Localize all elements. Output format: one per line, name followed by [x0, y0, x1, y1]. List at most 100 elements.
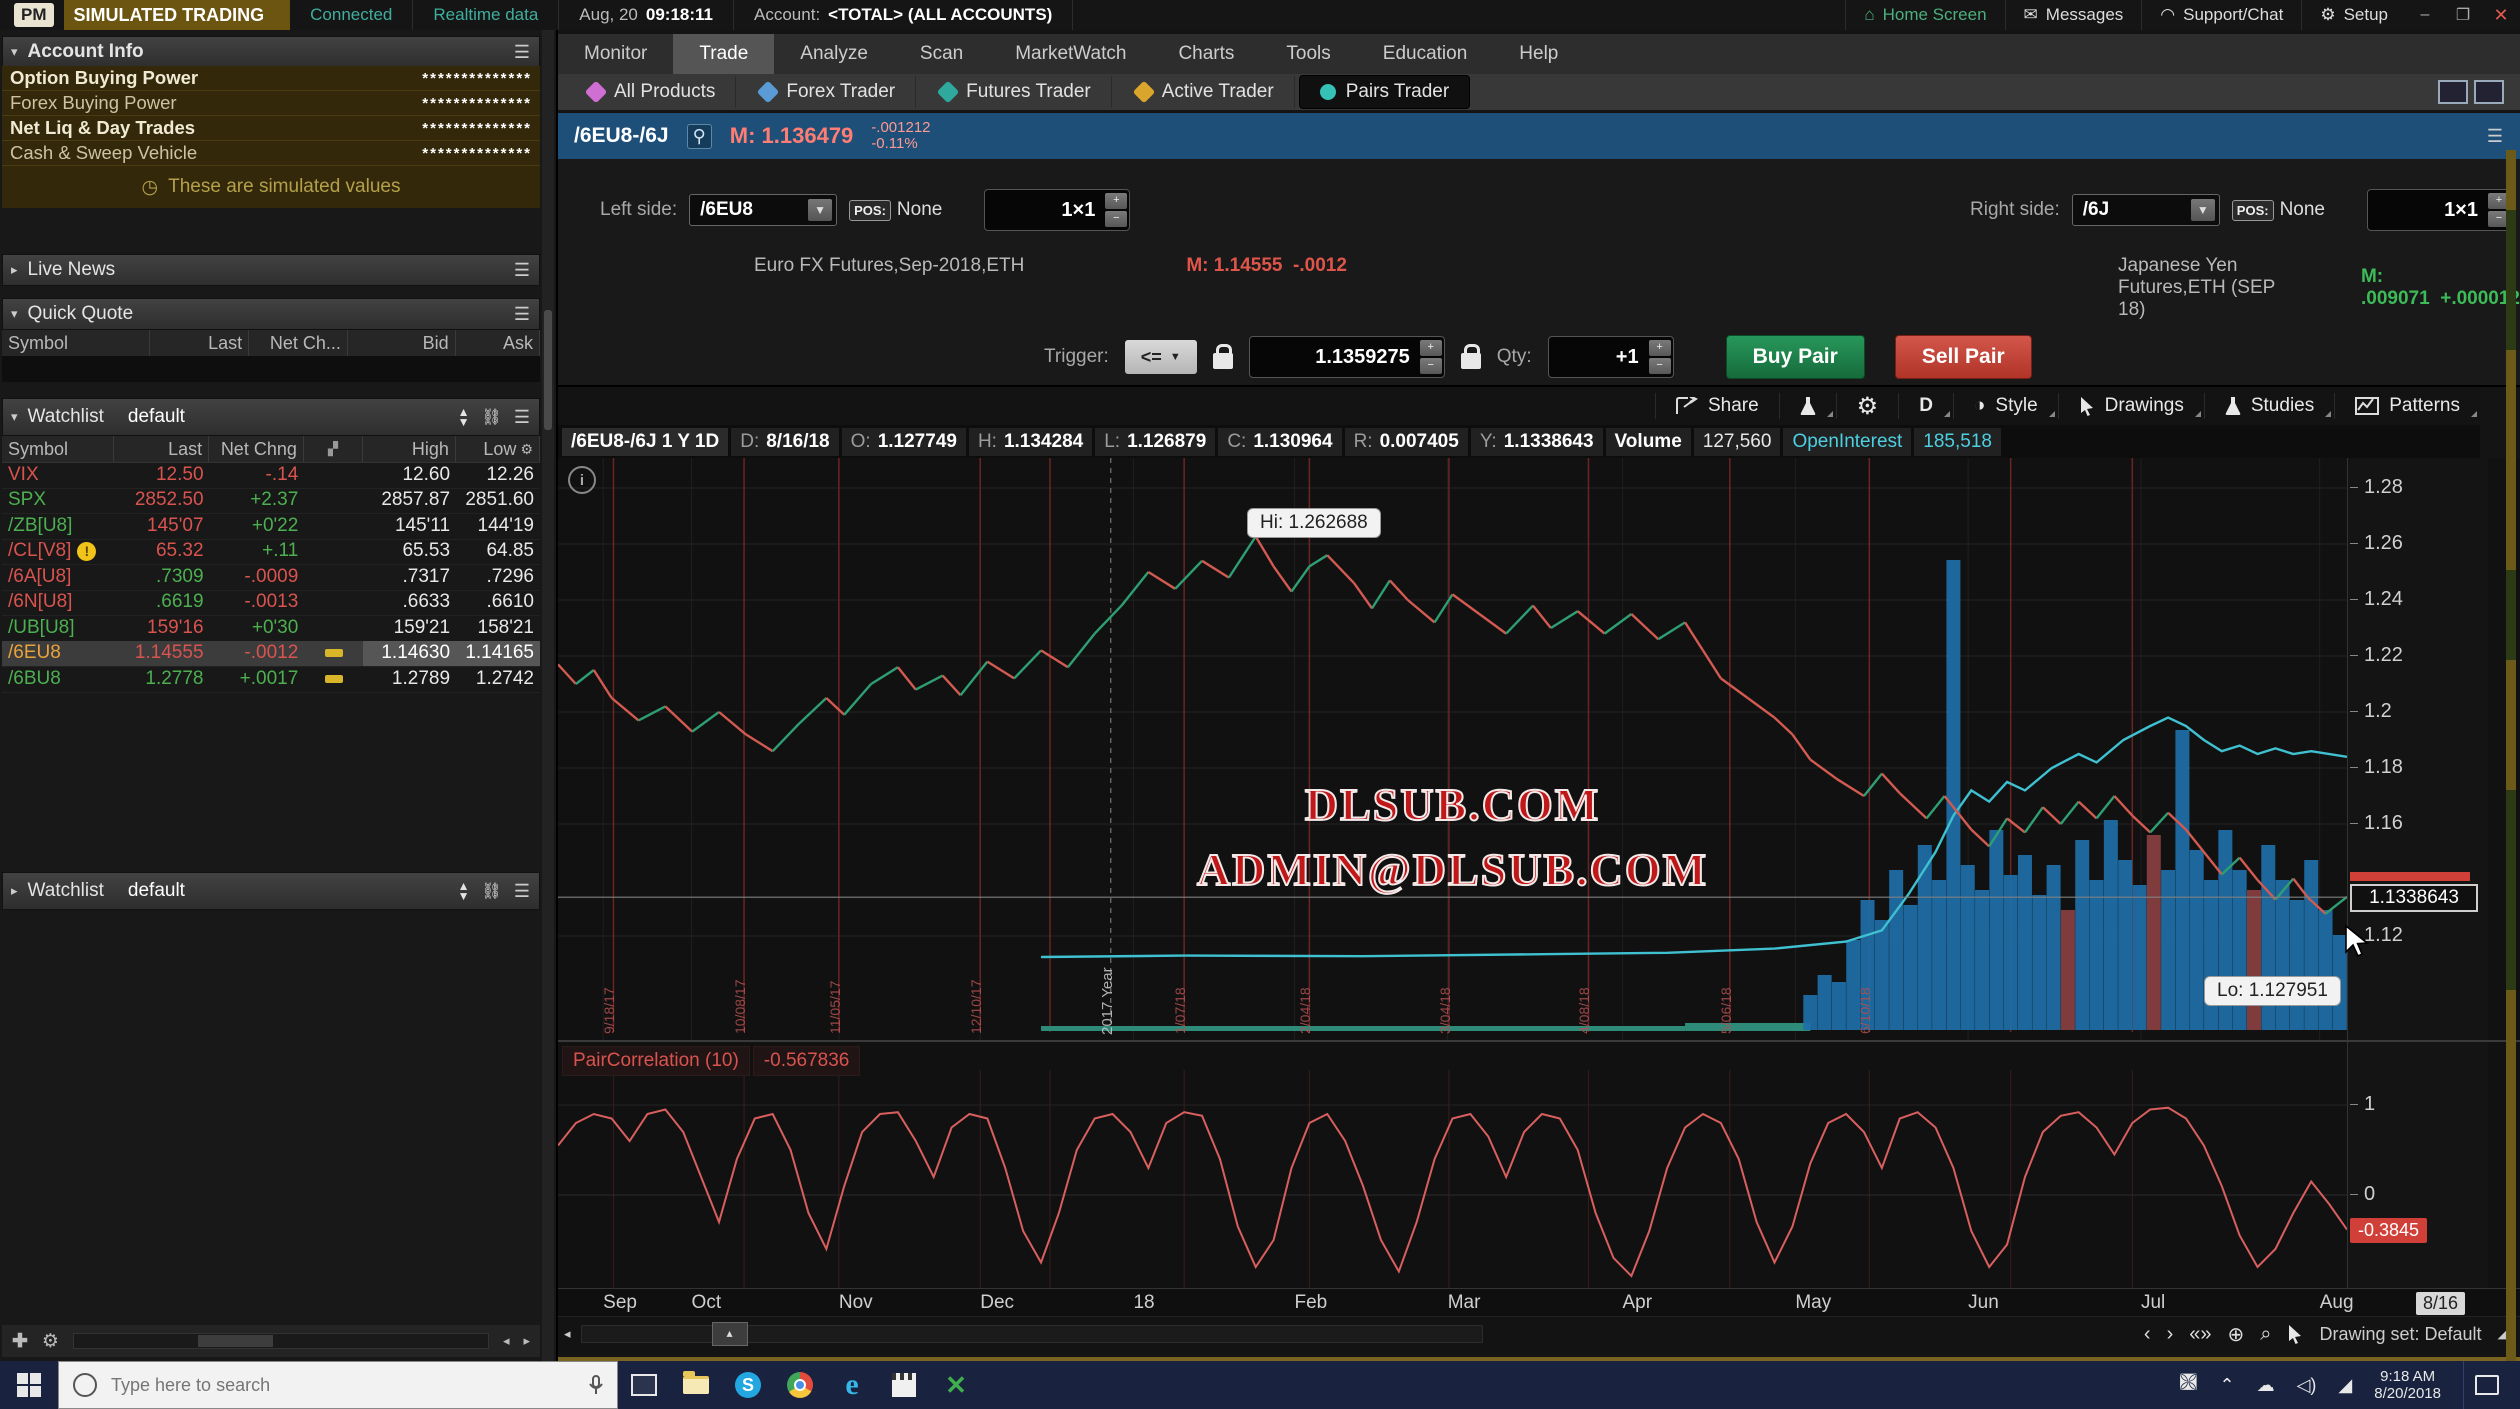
- watchlist-column-chart[interactable]: ▞: [304, 436, 363, 462]
- decrement-icon[interactable]: −: [1649, 358, 1671, 374]
- chevron-right-icon[interactable]: ▸: [11, 262, 18, 278]
- minimize-button[interactable]: –: [2406, 0, 2444, 30]
- increment-icon[interactable]: +: [1420, 340, 1442, 356]
- decrement-icon[interactable]: −: [1105, 211, 1127, 227]
- watchlist-row-VIX[interactable]: VIX12.50-.1412.6012.26: [2, 462, 540, 489]
- chevron-up-icon[interactable]: ⌃: [2219, 1375, 2234, 1396]
- movies-app-button[interactable]: [878, 1361, 930, 1409]
- right-symbol-dropdown[interactable]: /6J▼: [2072, 194, 2220, 226]
- correlation-plot[interactable]: [558, 1070, 2347, 1288]
- chrome-button[interactable]: [774, 1361, 826, 1409]
- main-chart[interactable]: i DLSUB.COM ADMIN@DLSUB.COM Hi: 1.262688…: [558, 458, 2520, 1040]
- info-icon[interactable]: i: [568, 466, 596, 494]
- watchlist-column-netchng[interactable]: Net Chng: [209, 436, 304, 462]
- taskbar-search[interactable]: [58, 1361, 618, 1409]
- quick-quote-column-last[interactable]: Last: [150, 330, 249, 356]
- menu-marketwatch[interactable]: MarketWatch: [989, 34, 1152, 74]
- decrement-icon[interactable]: −: [1420, 358, 1442, 374]
- taskbar-clock[interactable]: 9:18 AM8/20/2018: [2374, 1368, 2441, 1402]
- add-item-icon[interactable]: ✚: [12, 1330, 28, 1353]
- chart-settings-button[interactable]: ⚙: [1836, 393, 1899, 420]
- link-icon[interactable]: ⚲: [687, 124, 712, 149]
- edge-button[interactable]: e: [826, 1361, 878, 1409]
- watchlist-name-dropdown[interactable]: default: [128, 406, 185, 428]
- scroll-left-icon[interactable]: ◂: [558, 1326, 571, 1342]
- sidebar-hscrollbar[interactable]: [73, 1333, 489, 1349]
- subtab-forex-trader[interactable]: Forex Trader: [740, 76, 916, 108]
- trigger-price-spinner[interactable]: 1.1359275 +−: [1249, 336, 1445, 378]
- globe-icon[interactable]: ⊕: [2227, 1322, 2244, 1347]
- watchlist-row-6AU8[interactable]: /6A[U8].7309-.0009.7317.7296: [2, 564, 540, 591]
- start-button[interactable]: [0, 1361, 58, 1409]
- watchlist2-name-dropdown[interactable]: default: [128, 880, 185, 902]
- quick-quote-column-ask[interactable]: Ask: [456, 330, 540, 356]
- correlation-pane[interactable]: PairCorrelation (10) -0.567836 10 -0.384…: [558, 1040, 2520, 1290]
- timeframe-button[interactable]: D: [1898, 393, 1953, 420]
- style-button[interactable]: ◑ Style: [1953, 393, 2058, 420]
- watchlist-row-6BU8[interactable]: /6BU81.2778+.00171.27891.2742: [2, 666, 540, 693]
- link-chain-icon[interactable]: ⛓: [482, 407, 502, 427]
- quick-quote-empty-row[interactable]: [2, 356, 540, 382]
- drawing-set-selector[interactable]: Drawing set: Default: [2319, 1324, 2481, 1345]
- studies-button[interactable]: Studies: [2204, 393, 2334, 420]
- green-app-button[interactable]: ✕: [930, 1361, 982, 1409]
- file-explorer-button[interactable]: [670, 1361, 722, 1409]
- watchlist-row-ZBU8[interactable]: /ZB[U8]145'07+0'22145'11144'19: [2, 513, 540, 540]
- watchlist-header[interactable]: ▾ Watchlist default ▲▼ ⛓ ☰: [2, 398, 540, 436]
- quick-study-button[interactable]: [1779, 393, 1836, 420]
- menu-monitor[interactable]: Monitor: [558, 34, 673, 74]
- account-info-header[interactable]: ▾ Account Info ☰: [2, 36, 540, 68]
- sell-pair-button[interactable]: Sell Pair: [1895, 335, 2032, 379]
- share-button[interactable]: Share: [1655, 393, 1779, 420]
- onedrive-icon[interactable]: ☁: [2257, 1375, 2275, 1396]
- qty-spinner[interactable]: +1 +−: [1548, 336, 1674, 378]
- chevron-down-icon[interactable]: ▼: [808, 199, 832, 221]
- skype-button[interactable]: S: [722, 1361, 774, 1409]
- quick-quote-header[interactable]: ▾ Quick Quote ☰: [2, 298, 540, 330]
- lock-icon[interactable]: [1213, 353, 1233, 369]
- zoom-icon[interactable]: ⌕: [2260, 1323, 2271, 1346]
- collapse-handle[interactable]: ▴: [712, 1322, 748, 1346]
- chevron-down-icon[interactable]: ▾: [11, 44, 18, 60]
- watchlist-column-last[interactable]: Last: [114, 436, 209, 462]
- watchlist-column-high[interactable]: High: [363, 436, 456, 462]
- gear-icon[interactable]: ⚙: [42, 1330, 59, 1353]
- left-symbol-dropdown[interactable]: /6EU8▼: [689, 194, 837, 226]
- page-right-icon[interactable]: ›: [2167, 1323, 2174, 1346]
- menu-scan[interactable]: Scan: [894, 34, 989, 74]
- link-chain-icon[interactable]: ⛓: [482, 881, 502, 901]
- quick-quote-column-symbol[interactable]: Symbol: [2, 330, 150, 356]
- subtab-all-products[interactable]: All Products: [568, 76, 736, 108]
- sidebar-scrollbar[interactable]: [542, 30, 554, 1361]
- messages-button[interactable]: ✉ Messages: [2005, 0, 2142, 30]
- watchlist-row-CLV8[interactable]: /CL[V8]!65.32+.1165.5364.85: [2, 539, 540, 566]
- layout-split-icon[interactable]: [2438, 80, 2468, 104]
- subtab-active-trader[interactable]: Active Trader: [1116, 76, 1295, 108]
- quick-quote-column-netch[interactable]: Net Ch...: [249, 330, 348, 356]
- account-selector[interactable]: Account: <TOTAL> (ALL ACCOUNTS): [734, 0, 1073, 30]
- left-ratio-spinner[interactable]: 1×1 +−: [984, 189, 1130, 231]
- menu-list-icon[interactable]: ☰: [514, 304, 531, 325]
- network-icon[interactable]: ◢: [2338, 1375, 2352, 1396]
- sort-arrows-icon[interactable]: ▲▼: [458, 881, 470, 901]
- menu-analyze[interactable]: Analyze: [774, 34, 894, 74]
- right-ratio-spinner[interactable]: 1×1 +−: [2367, 189, 2513, 231]
- close-button[interactable]: ✕: [2482, 0, 2520, 30]
- menu-list-icon[interactable]: ☰: [514, 260, 531, 281]
- time-axis[interactable]: SepOctNovDec18FebMarAprMayJunJulAug8/16: [558, 1288, 2520, 1317]
- correlation-study-label[interactable]: PairCorrelation (10): [562, 1046, 750, 1076]
- increment-icon[interactable]: +: [1105, 193, 1127, 209]
- menu-help[interactable]: Help: [1493, 34, 1584, 74]
- menu-charts[interactable]: Charts: [1152, 34, 1260, 74]
- restore-button[interactable]: ❐: [2444, 0, 2482, 30]
- chevron-down-icon[interactable]: ▾: [11, 409, 18, 425]
- trigger-operator-dropdown[interactable]: <=▼: [1125, 340, 1197, 374]
- chevron-down-icon[interactable]: ▾: [11, 306, 18, 322]
- watchlist-row-6EU8[interactable]: /6EU81.14555-.00121.146301.14165: [2, 641, 540, 668]
- live-news-header[interactable]: ▸ Live News ☰: [2, 254, 540, 286]
- watchlist-row-UBU8[interactable]: /UB[U8]159'16+0'30159'21158'21: [2, 615, 540, 642]
- setup-button[interactable]: ⚙ Setup: [2301, 0, 2406, 30]
- watchlist2-header[interactable]: ▸ Watchlist default ▲▼ ⛓ ☰: [2, 872, 540, 910]
- watchlist-column-symbol[interactable]: Symbol: [2, 436, 114, 462]
- menu-tools[interactable]: Tools: [1260, 34, 1356, 74]
